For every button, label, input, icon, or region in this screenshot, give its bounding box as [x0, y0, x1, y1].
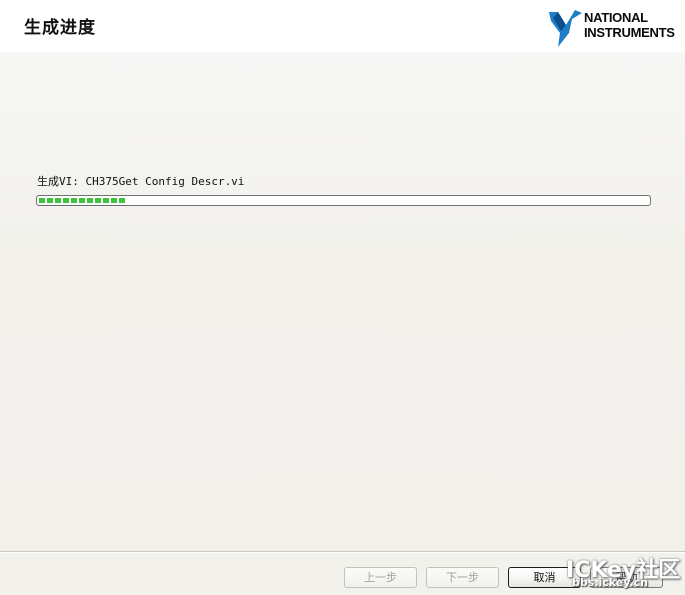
help-button[interactable]: 帮助: [590, 567, 663, 588]
next-button[interactable]: 下一步: [426, 567, 499, 588]
logo-line-1: NATIONAL: [584, 10, 648, 25]
logo-wordmark: NATIONAL INSTRUMENTS: [584, 10, 675, 40]
ni-eagle-logo-icon: [549, 10, 582, 47]
progress-status-text: 生成VI: CH375Get Config Descr.vi: [37, 175, 245, 188]
back-button[interactable]: 上一步: [344, 567, 417, 588]
footer-divider-highlight: [0, 552, 685, 553]
progress-bar-fill: [39, 198, 127, 203]
national-instruments-logo: NATIONAL INSTRUMENTS: [548, 9, 685, 49]
page-title: 生成进度: [24, 18, 96, 38]
logo-line-2: INSTRUMENTS: [584, 25, 675, 40]
wizard-content: [0, 52, 685, 552]
wizard-header: 生成进度 NATIONAL INSTRUMENTS: [0, 0, 685, 52]
cancel-button[interactable]: 取消: [508, 567, 581, 588]
progress-bar: [36, 195, 651, 206]
